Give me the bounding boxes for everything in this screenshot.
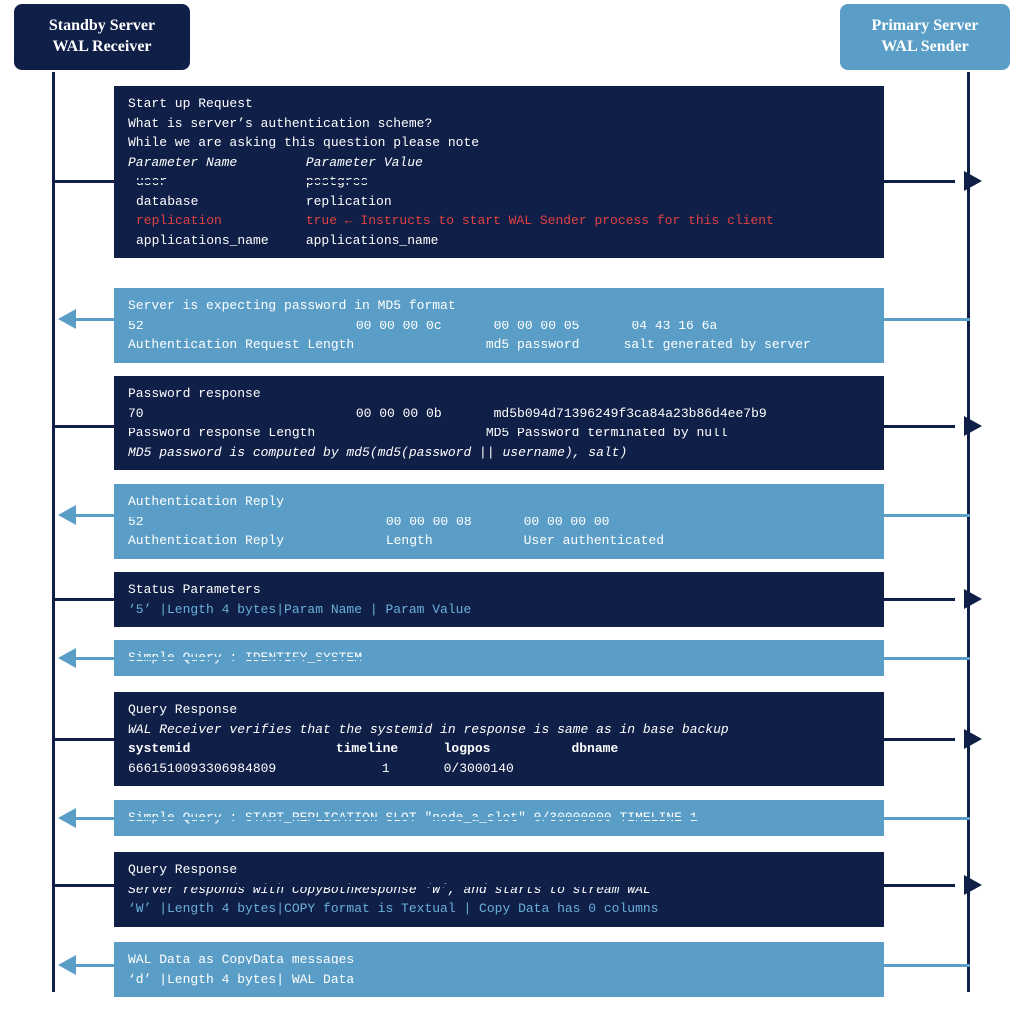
- arrow-m3: [55, 425, 955, 428]
- standby-line2: WAL Receiver: [34, 37, 170, 58]
- m3-c1: 70: [128, 404, 348, 424]
- arrow-m6-head: [58, 648, 76, 668]
- arrow-m4: [75, 514, 970, 517]
- m1-l1: Start up Request: [128, 94, 870, 114]
- m7-v3: 0/3000140: [444, 759, 564, 779]
- right-lifeline: [967, 72, 970, 992]
- m7-v1: 6661510093306984809: [128, 759, 328, 779]
- m1-l3: While we are asking this question please…: [128, 133, 870, 153]
- m3-c3: md5b094d71396249f3ca84a23b86d4ee7b9: [494, 404, 767, 424]
- m7-h2: timeline: [336, 739, 436, 759]
- m7-h4: dbname: [571, 739, 618, 759]
- m3-c2: 00 00 00 0b: [356, 404, 486, 424]
- m1-h1: Parameter Name: [128, 153, 298, 173]
- m1-p4n: applications_name: [128, 231, 298, 251]
- m4-l2: Length: [386, 531, 516, 551]
- m9-note: Server responds with CopyBothResponse ‘W…: [128, 880, 870, 900]
- arrow-m4-head: [58, 505, 76, 525]
- msg-qresp2: Query Response Server responds with Copy…: [114, 852, 884, 927]
- left-lifeline: [52, 72, 55, 992]
- m1-p3n: replication: [128, 211, 298, 231]
- m3-l1: Password response: [128, 384, 870, 404]
- primary-line1: Primary Server: [860, 16, 990, 37]
- m7-note: WAL Receiver verifies that the systemid …: [128, 720, 870, 740]
- m1-h2: Parameter Value: [306, 153, 866, 173]
- arrow-m3-head: [964, 416, 982, 436]
- arrow-m10-head: [58, 955, 76, 975]
- m2-l4: salt generated by server: [624, 335, 811, 355]
- m1-l2: What is server’s authentication scheme?: [128, 114, 870, 134]
- msg-startup: Start up Request What is server’s authen…: [114, 86, 884, 258]
- primary-header: Primary Server WAL Sender: [840, 4, 1010, 70]
- m3-note: MD5 password is computed by md5(md5(pass…: [128, 443, 870, 463]
- m4-l1b: Authentication Reply: [128, 531, 378, 551]
- m9-l1: Query Response: [128, 860, 870, 880]
- arrow-m9: [55, 884, 955, 887]
- standby-header: Standby Server WAL Receiver: [14, 4, 190, 70]
- arrow-m10: [75, 964, 970, 967]
- primary-line2: WAL Sender: [860, 37, 990, 58]
- m1-p3v: true ← Instructs to start WAL Sender pro…: [306, 211, 866, 231]
- m7-v2: 1: [336, 759, 436, 779]
- arrow-m7: [55, 738, 955, 741]
- m2-l3: md5 password: [486, 335, 616, 355]
- arrow-m8: [75, 817, 970, 820]
- arrow-m5-head: [964, 589, 982, 609]
- msg-waldata: WAL Data as CopyData messages ‘d’ |Lengt…: [114, 942, 884, 997]
- arrow-m8-head: [58, 808, 76, 828]
- msg-pwresponse: Password response 70 00 00 00 0b md5b094…: [114, 376, 884, 470]
- arrow-m1-head: [964, 171, 982, 191]
- m7-h3: logpos: [444, 739, 564, 759]
- arrow-m6: [75, 657, 970, 660]
- m4-l1: Authentication Reply: [128, 492, 870, 512]
- m5-l2: ‘5’ |Length 4 bytes|Param Name | Param V…: [128, 600, 870, 620]
- m1-p2n: database: [128, 192, 298, 212]
- arrow-m2: [75, 318, 970, 321]
- m2-l1: Server is expecting password in MD5 form…: [128, 296, 870, 316]
- arrow-m7-head: [964, 729, 982, 749]
- m4-l3: User authenticated: [524, 531, 664, 551]
- arrow-m2-head: [58, 309, 76, 329]
- msg-md5expect: Server is expecting password in MD5 form…: [114, 288, 884, 363]
- m5-l1: Status Parameters: [128, 580, 870, 600]
- m9-l3: ‘W’ |Length 4 bytes|COPY format is Textu…: [128, 899, 870, 919]
- msg-authreply: Authentication Reply 52 00 00 00 08 00 0…: [114, 484, 884, 559]
- arrow-m9-head: [964, 875, 982, 895]
- m1-p2v: replication: [306, 192, 866, 212]
- arrow-m1: [55, 180, 955, 183]
- m2-l1b: Authentication Request Length: [128, 335, 478, 355]
- arrow-m5: [55, 598, 955, 601]
- m10-l2: ‘d’ |Length 4 bytes| WAL Data: [128, 970, 870, 990]
- standby-line1: Standby Server: [34, 16, 170, 37]
- m7-h1: systemid: [128, 739, 328, 759]
- m1-p4v: applications_name: [306, 231, 866, 251]
- m7-l1: Query Response: [128, 700, 870, 720]
